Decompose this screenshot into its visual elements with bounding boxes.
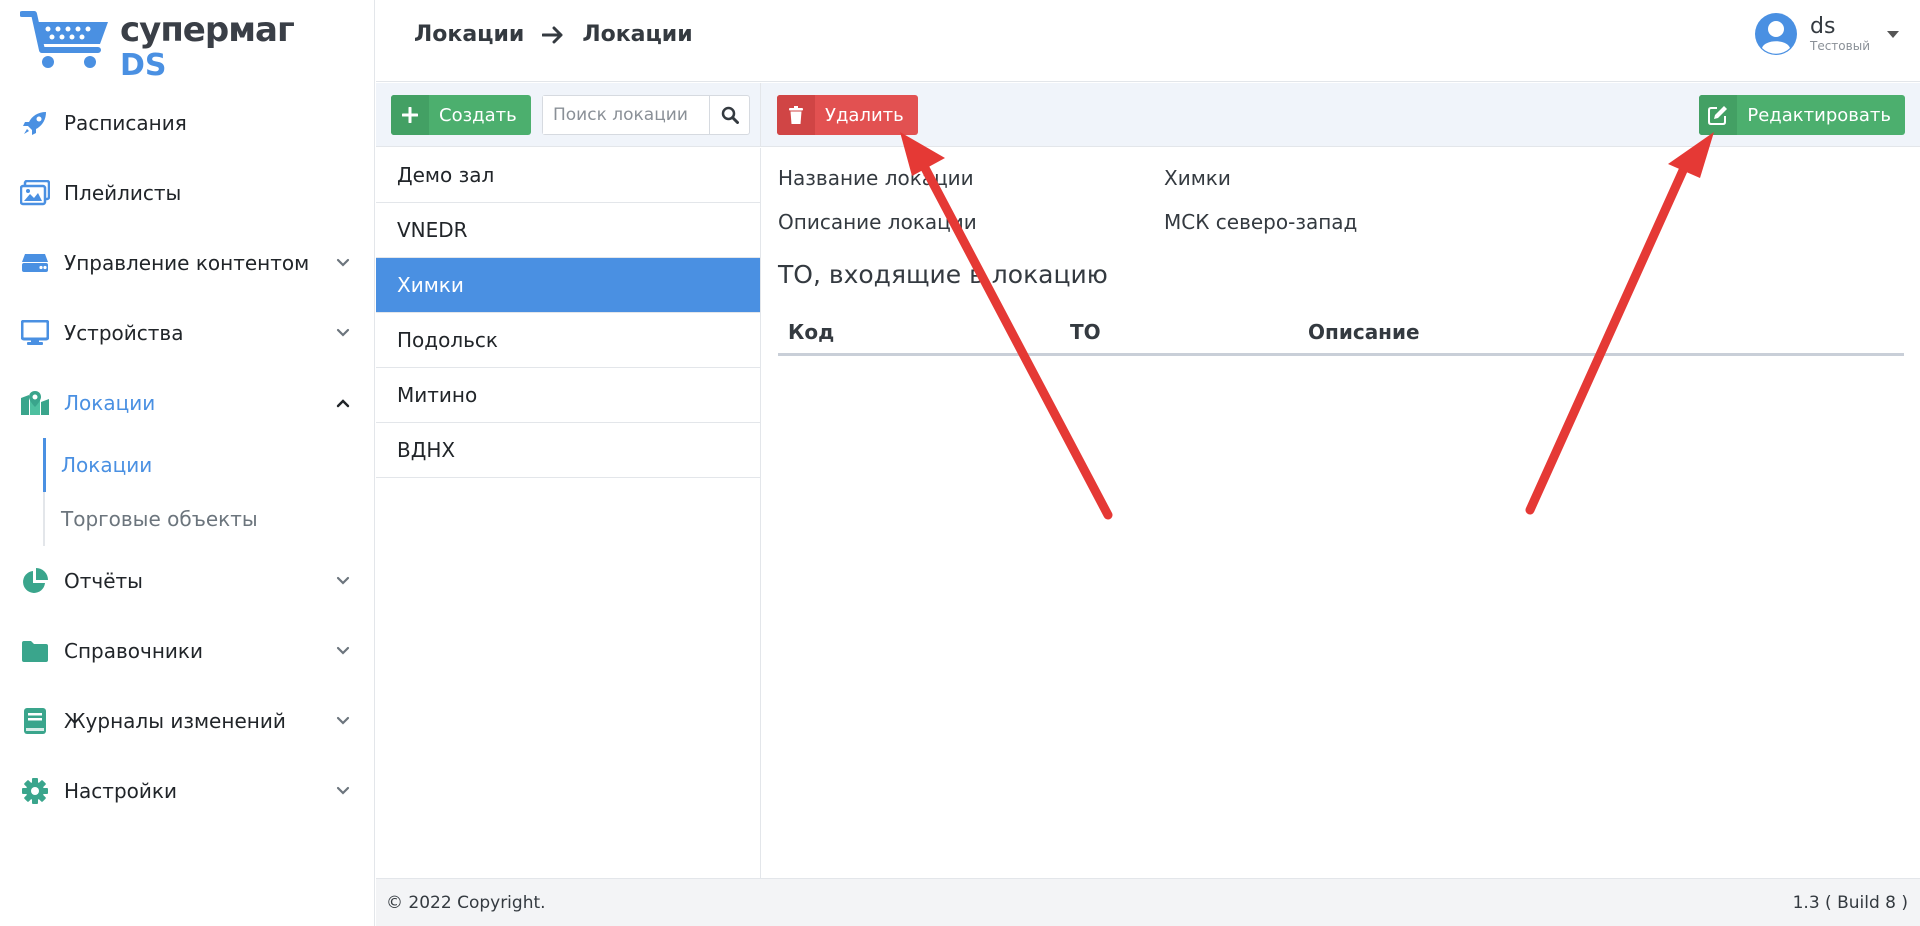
locations-subnav: Локации Торговые объекты bbox=[43, 438, 375, 546]
user-info: ds Тестовый bbox=[1810, 14, 1870, 54]
name-label: Название локации bbox=[778, 166, 974, 190]
column-header-code[interactable]: Код bbox=[778, 320, 1070, 344]
sidebar-item-label: Отчёты bbox=[64, 569, 143, 593]
edit-button-label: Редактировать bbox=[1747, 104, 1891, 126]
sidebar-item-label: Справочники bbox=[64, 639, 203, 663]
plus-icon bbox=[391, 95, 429, 135]
list-item[interactable]: VNEDR bbox=[376, 203, 760, 258]
delete-button-label: Удалить bbox=[825, 104, 904, 126]
location-search bbox=[542, 95, 750, 135]
create-button-label: Создать bbox=[439, 104, 517, 126]
arrow-right-icon bbox=[542, 26, 563, 43]
map-marker-icon bbox=[20, 388, 50, 418]
location-list: Демо зал VNEDR Химки Подольск Митино ВДН… bbox=[376, 148, 761, 878]
section-title: ТО, входящие в локацию bbox=[778, 260, 1108, 289]
edit-button[interactable]: Редактировать bbox=[1699, 95, 1905, 135]
breadcrumb-item[interactable]: Локации bbox=[414, 22, 524, 47]
trash-icon bbox=[777, 95, 815, 135]
subnav-item-trade-objects[interactable]: Торговые объекты bbox=[45, 492, 375, 546]
brand-name: супермаг bbox=[120, 10, 295, 50]
list-item[interactable]: Митино bbox=[376, 368, 760, 423]
sidebar-nav: Расписания Плейлисты Управление контенто… bbox=[0, 88, 375, 826]
version: 1.3 ( Build 8 ) bbox=[1792, 892, 1908, 913]
column-header-description[interactable]: Описание bbox=[1308, 320, 1904, 344]
gear-icon bbox=[20, 776, 50, 806]
delete-button[interactable]: Удалить bbox=[777, 95, 918, 135]
user-role: Тестовый bbox=[1810, 39, 1870, 53]
column-header-to[interactable]: ТО bbox=[1070, 320, 1308, 344]
sidebar: супермаг DS Расписания Плейлисты Управле… bbox=[0, 0, 375, 926]
list-item[interactable]: ВДНХ bbox=[376, 423, 760, 478]
sidebar-item-label: Журналы изменений bbox=[64, 709, 286, 733]
top-header: Локации Локации ds Тестовый bbox=[376, 0, 1920, 82]
user-name: ds bbox=[1810, 14, 1836, 39]
server-icon bbox=[20, 248, 50, 278]
sidebar-item-settings[interactable]: Настройки bbox=[0, 756, 375, 826]
description-row: Описание локации МСК северо-запад bbox=[778, 200, 1908, 244]
user-menu[interactable]: ds Тестовый bbox=[1754, 12, 1900, 56]
list-item[interactable]: Демо зал bbox=[376, 148, 760, 203]
chevron-down-icon bbox=[336, 646, 350, 655]
breadcrumb-item-current: Локации bbox=[582, 22, 693, 47]
detail-toolbar: Удалить Редактировать bbox=[761, 83, 1920, 147]
rocket-icon bbox=[20, 108, 50, 138]
avatar bbox=[1755, 13, 1797, 55]
copyright: © 2022 Copyright. bbox=[386, 892, 546, 913]
footer: © 2022 Copyright. 1.3 ( Build 8 ) bbox=[376, 878, 1920, 926]
list-toolbar: Создать bbox=[376, 83, 761, 147]
name-row: Название локации Химки bbox=[778, 156, 1908, 200]
sidebar-item-changelogs[interactable]: Журналы изменений bbox=[0, 686, 375, 756]
sidebar-item-label: Плейлисты bbox=[64, 181, 182, 205]
cart-logo-icon bbox=[20, 11, 108, 68]
search-input[interactable] bbox=[543, 96, 709, 134]
folder-icon bbox=[20, 636, 50, 666]
sidebar-item-references[interactable]: Справочники bbox=[0, 616, 375, 686]
subnav-item-locations[interactable]: Локации bbox=[43, 438, 375, 492]
search-icon[interactable] bbox=[709, 96, 749, 134]
name-value: Химки bbox=[1164, 166, 1231, 190]
book-icon bbox=[20, 706, 50, 736]
trade-objects-table: Код ТО Описание bbox=[778, 310, 1904, 356]
sidebar-item-label: Локации bbox=[64, 391, 156, 415]
chevron-down-icon bbox=[336, 786, 350, 795]
sidebar-item-content[interactable]: Управление контентом bbox=[0, 228, 375, 298]
table-header: Код ТО Описание bbox=[778, 310, 1904, 356]
sidebar-item-schedules[interactable]: Расписания bbox=[0, 88, 375, 158]
sidebar-item-label: Настройки bbox=[64, 779, 177, 803]
sidebar-item-label: Управление контентом bbox=[64, 251, 310, 275]
list-item[interactable]: Подольск bbox=[376, 313, 760, 368]
sidebar-item-playlists[interactable]: Плейлисты bbox=[0, 158, 375, 228]
edit-icon bbox=[1699, 95, 1738, 135]
chevron-down-icon bbox=[336, 328, 350, 337]
pie-chart-icon bbox=[20, 566, 50, 596]
sidebar-item-label: Расписания bbox=[64, 111, 187, 135]
chevron-down-icon bbox=[336, 576, 350, 585]
chevron-down-icon bbox=[336, 258, 350, 267]
breadcrumb: Локации Локации bbox=[414, 22, 693, 47]
caret-down-icon[interactable] bbox=[1886, 29, 1900, 39]
sidebar-item-reports[interactable]: Отчёты bbox=[0, 546, 375, 616]
create-button[interactable]: Создать bbox=[391, 95, 531, 135]
brand-suffix: DS bbox=[120, 48, 167, 83]
list-item-selected[interactable]: Химки bbox=[376, 258, 760, 313]
sidebar-item-devices[interactable]: Устройства bbox=[0, 298, 375, 368]
brand-logo[interactable]: супермаг DS bbox=[20, 8, 295, 83]
location-detail: Название локации Химки Описание локации … bbox=[778, 148, 1908, 356]
sidebar-item-label: Устройства bbox=[64, 321, 184, 345]
chevron-down-icon bbox=[336, 716, 350, 725]
sidebar-item-locations[interactable]: Локации bbox=[0, 368, 375, 438]
images-icon bbox=[20, 178, 50, 208]
monitor-icon bbox=[20, 318, 50, 348]
description-label: Описание локации bbox=[778, 210, 977, 234]
description-value: МСК северо-запад bbox=[1164, 210, 1358, 234]
chevron-up-icon bbox=[336, 399, 350, 408]
